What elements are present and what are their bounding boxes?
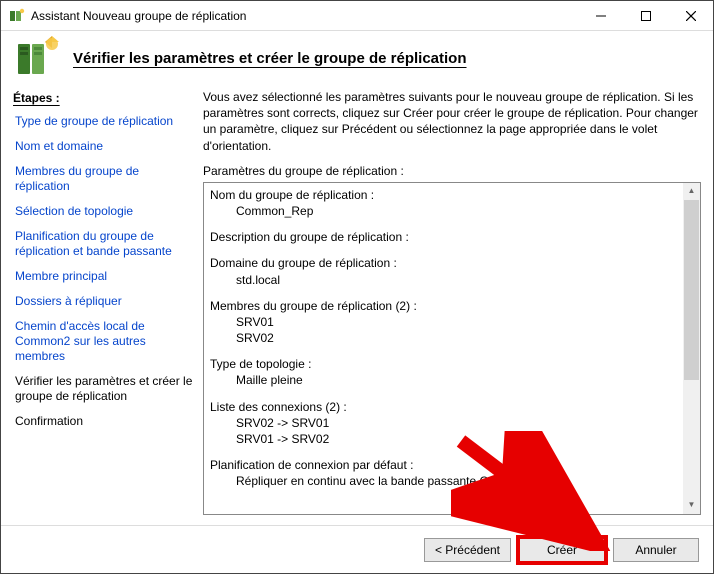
steps-sidebar: Étapes : Type de groupe de réplication N… — [13, 85, 193, 515]
group-label-sched: Planification de connexion par défaut : — [210, 457, 684, 473]
cancel-button[interactable]: Annuler — [613, 538, 699, 562]
step-confirmation: Confirmation — [13, 409, 193, 434]
wizard-footer: < Précédent Créer Annuler — [1, 525, 713, 573]
group-value-conn-1: SRV02 -> SRV01 — [236, 415, 684, 431]
step-name-domain[interactable]: Nom et domaine — [13, 134, 193, 159]
group-value-name: Common_Rep — [236, 203, 684, 219]
group-label-name: Nom du groupe de réplication : — [210, 187, 684, 203]
step-type-group[interactable]: Type de groupe de réplication — [13, 109, 193, 134]
group-label-domain: Domaine du groupe de réplication : — [210, 255, 684, 271]
group-value-conn-2: SRV01 -> SRV02 — [236, 431, 684, 447]
group-value-domain: std.local — [236, 272, 684, 288]
window-controls — [578, 1, 713, 30]
group-value-sched: Répliquer en continu avec la bande passa… — [236, 473, 684, 489]
step-review-create: Vérifier les paramètres et créer le grou… — [13, 369, 193, 409]
minimize-button[interactable] — [578, 1, 623, 30]
wizard-header: Vérifier les paramètres et créer le grou… — [1, 31, 713, 85]
back-button[interactable]: < Précédent — [424, 538, 511, 562]
app-icon — [9, 8, 25, 24]
step-primary-member[interactable]: Membre principal — [13, 264, 193, 289]
params-scrollbar[interactable]: ▲ ▼ — [683, 183, 700, 514]
step-folders[interactable]: Dossiers à répliquer — [13, 289, 193, 314]
steps-list: Type de groupe de réplication Nom et dom… — [13, 109, 193, 434]
step-schedule-bandwidth[interactable]: Planification du groupe de réplication e… — [13, 224, 193, 264]
wizard-body: Étapes : Type de groupe de réplication N… — [1, 85, 713, 525]
group-label-members: Membres du groupe de réplication (2) : — [210, 298, 684, 314]
window-title: Assistant Nouveau groupe de réplication — [31, 9, 578, 23]
maximize-button[interactable] — [623, 1, 668, 30]
scroll-up-icon[interactable]: ▲ — [683, 183, 700, 200]
replication-wizard-icon — [15, 36, 59, 80]
intro-text: Vous avez sélectionné les paramètres sui… — [203, 89, 701, 154]
wizard-window: Assistant Nouveau groupe de réplication — [0, 0, 714, 574]
step-local-path[interactable]: Chemin d'accès local de Common2 sur les … — [13, 314, 193, 369]
params-label: Paramètres du groupe de réplication : — [203, 164, 701, 178]
steps-heading: Étapes : — [13, 91, 193, 105]
page-title: Vérifier les paramètres et créer le grou… — [73, 50, 467, 67]
scroll-thumb[interactable] — [684, 200, 699, 380]
step-members[interactable]: Membres du groupe de réplication — [13, 159, 193, 199]
close-button[interactable] — [668, 1, 713, 30]
group-label-conn: Liste des connexions (2) : — [210, 399, 684, 415]
create-button[interactable]: Créer — [519, 538, 605, 562]
title-bar: Assistant Nouveau groupe de réplication — [1, 1, 713, 31]
group-value-member-1: SRV01 — [236, 314, 684, 330]
scroll-down-icon[interactable]: ▼ — [683, 497, 700, 514]
step-topology[interactable]: Sélection de topologie — [13, 199, 193, 224]
group-label-desc: Description du groupe de réplication : — [210, 229, 684, 245]
group-value-member-2: SRV02 — [236, 330, 684, 346]
main-panel: Vous avez sélectionné les paramètres sui… — [203, 85, 701, 515]
group-value-topology: Maille pleine — [236, 372, 684, 388]
parameters-box: Nom du groupe de réplication : Common_Re… — [203, 182, 701, 515]
group-label-topology: Type de topologie : — [210, 356, 684, 372]
